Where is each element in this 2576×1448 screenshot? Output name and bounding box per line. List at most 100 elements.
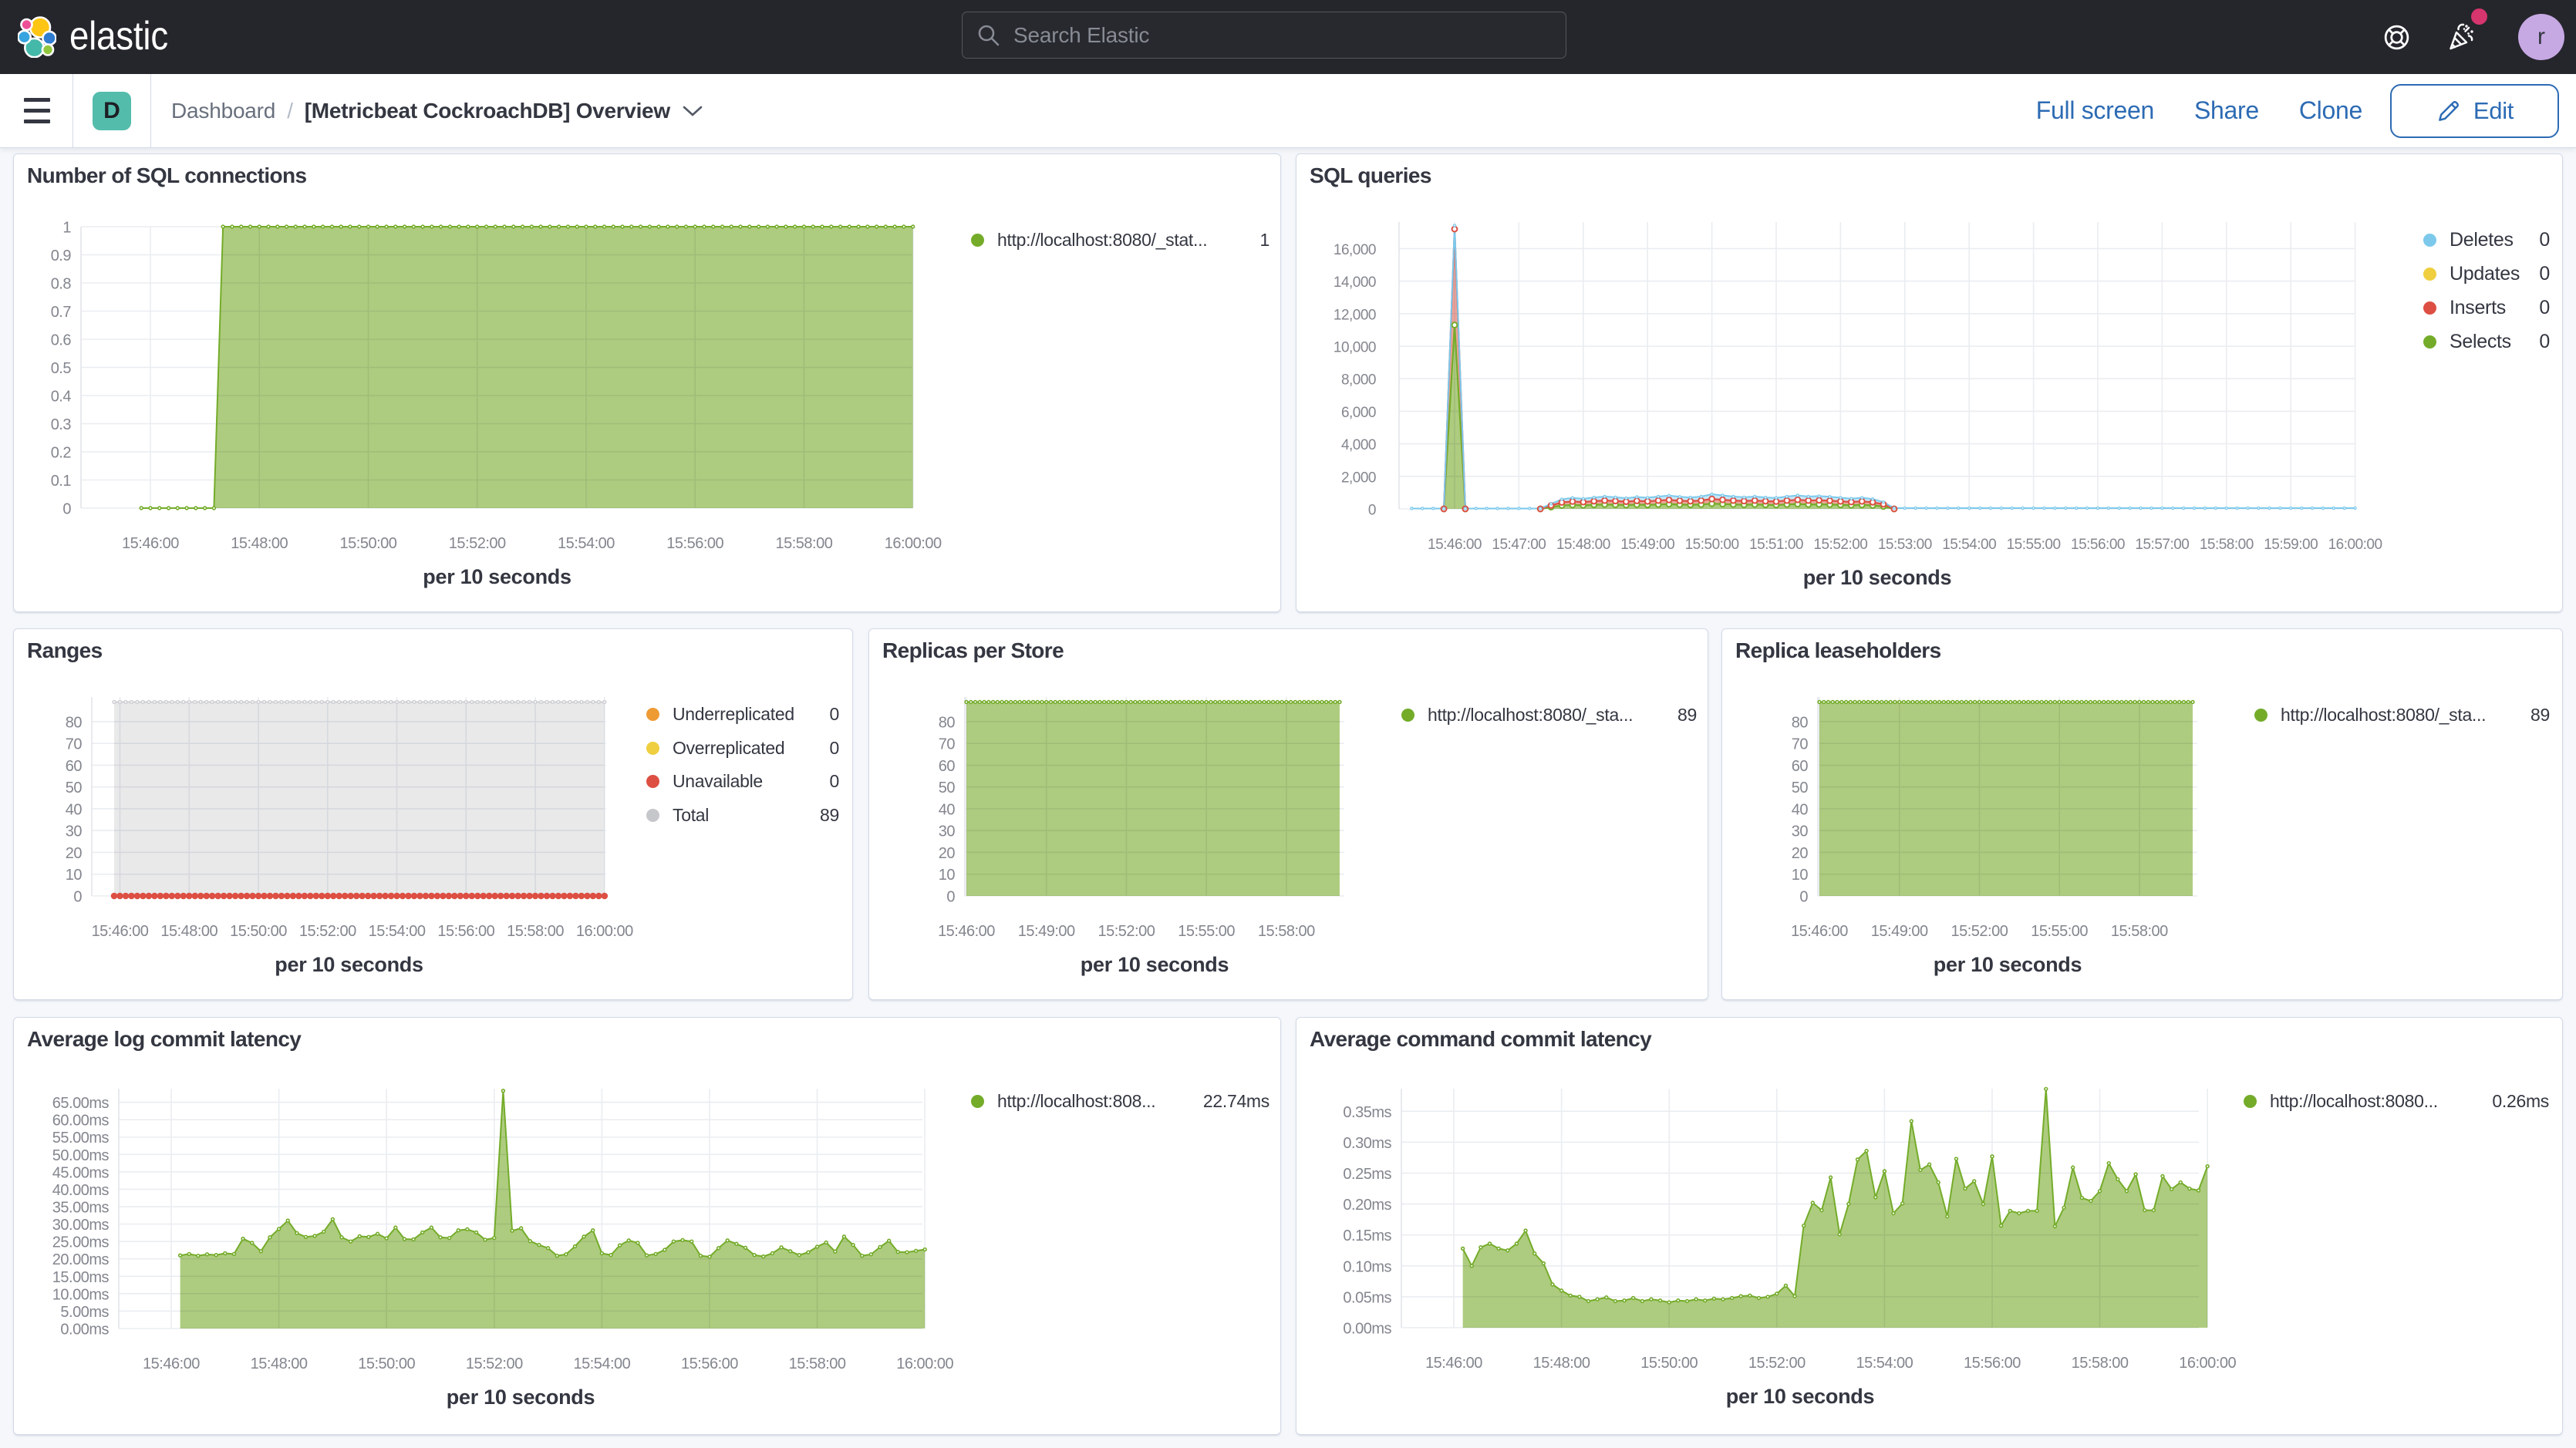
series-marker xyxy=(1839,497,1842,499)
series-marker xyxy=(663,1248,666,1251)
series-marker xyxy=(1013,701,1017,704)
x-tick-label: 15:52:00 xyxy=(1951,923,2008,940)
series-marker xyxy=(1911,701,1914,704)
user-avatar[interactable]: r xyxy=(2518,14,2564,60)
legend-item[interactable]: Inserts0 xyxy=(2423,291,2550,325)
series-marker xyxy=(497,893,504,900)
series-marker xyxy=(2045,1088,2048,1091)
series-marker xyxy=(582,1235,585,1238)
series-marker xyxy=(203,893,210,900)
series-marker xyxy=(2191,701,2194,704)
series-marker xyxy=(180,893,187,900)
series-marker xyxy=(476,701,479,704)
menu-item-clone[interactable]: Clone xyxy=(2299,96,2362,125)
help-button[interactable] xyxy=(2383,24,2410,51)
y-tick-label: 20 xyxy=(1792,845,1809,862)
series-marker xyxy=(2172,507,2174,510)
series-marker xyxy=(1249,701,1253,704)
series-marker xyxy=(1847,1203,1850,1206)
series-marker xyxy=(2062,1206,2065,1209)
series-marker xyxy=(1807,495,1809,497)
series-marker xyxy=(1334,701,1337,704)
series-marker xyxy=(690,1240,693,1243)
series-area xyxy=(180,1091,926,1328)
series-marker xyxy=(1645,499,1650,504)
series-line xyxy=(1411,226,2355,509)
series-marker xyxy=(1677,1299,1680,1302)
legend-item[interactable]: http://localhost:8080/_stat...1 xyxy=(971,223,1269,257)
elastic-logo-icon xyxy=(18,16,56,58)
series-area xyxy=(966,702,1340,896)
series-marker xyxy=(1089,701,1092,704)
series-marker xyxy=(1169,701,1172,704)
series-marker xyxy=(1960,701,1963,704)
menu-item-full-screen[interactable]: Full screen xyxy=(2036,96,2154,125)
series-marker xyxy=(1625,497,1627,500)
x-tick-label: 16:00:00 xyxy=(896,1355,953,1372)
avg-command-commit-latency-chart: 0.35ms0.30ms0.25ms0.20ms0.15ms0.10ms0.05… xyxy=(1296,1018,2564,1436)
elastic-logo[interactable]: elastic xyxy=(18,14,170,60)
legend-item[interactable]: Deletes0 xyxy=(2423,223,2550,257)
legend-value: 0.26ms xyxy=(2492,1091,2549,1112)
series-marker xyxy=(816,1245,819,1248)
hamburger-icon xyxy=(24,98,50,123)
series-marker xyxy=(439,1236,442,1239)
avatar-initial: r xyxy=(2537,24,2545,50)
series-marker xyxy=(322,225,325,228)
series-marker xyxy=(349,1240,352,1243)
series-marker xyxy=(1560,1289,1563,1292)
x-tick-label: 15:54:00 xyxy=(558,535,615,552)
series-marker xyxy=(1796,494,1799,497)
series-marker xyxy=(263,701,266,704)
series-marker xyxy=(1081,701,1084,704)
series-marker xyxy=(1882,501,1884,503)
series-marker xyxy=(2004,701,2008,704)
x-tick-label: 15:50:00 xyxy=(358,1355,415,1372)
series-marker xyxy=(1928,1163,1931,1166)
toolbar-separator xyxy=(150,74,151,148)
series-marker xyxy=(468,893,475,900)
series-marker xyxy=(1636,496,1638,498)
legend-item[interactable]: http://localhost:808...22.74ms xyxy=(971,1084,1269,1118)
space-badge[interactable]: D xyxy=(93,92,131,130)
legend-item[interactable]: http://localhost:8080...0.26ms xyxy=(2244,1084,2549,1118)
y-tick-label: 0.1 xyxy=(51,473,72,490)
edit-button[interactable]: Edit xyxy=(2390,84,2559,138)
menu-button[interactable] xyxy=(24,98,50,123)
menu-item-share[interactable]: Share xyxy=(2194,96,2259,125)
newsfeed-button[interactable] xyxy=(2446,21,2478,53)
series-marker xyxy=(1582,497,1584,500)
series-marker xyxy=(251,701,255,704)
legend-item[interactable]: Overreplicated0 xyxy=(646,732,839,766)
series-marker xyxy=(2086,507,2089,510)
series-marker xyxy=(2129,507,2131,510)
legend-item[interactable]: http://localhost:8080/_sta...89 xyxy=(2254,698,2550,732)
series-marker xyxy=(1910,1120,1913,1123)
x-tick-label: 15:50:00 xyxy=(1685,537,1739,553)
series-marker xyxy=(2311,507,2313,510)
series-marker xyxy=(179,1254,182,1257)
series-marker xyxy=(1827,498,1833,503)
global-search-input[interactable] xyxy=(1013,23,1552,48)
series-marker xyxy=(1303,701,1306,704)
series-marker xyxy=(717,1247,720,1250)
legend-item[interactable]: Selects0 xyxy=(2423,325,2550,359)
series-marker xyxy=(224,1252,227,1255)
series-marker xyxy=(1996,701,1999,704)
series-marker xyxy=(603,701,606,704)
legend-dot xyxy=(1401,709,1414,722)
breadcrumb-title-button[interactable]: [Metricbeat CockroachDB] Overview xyxy=(305,99,704,123)
legend-item[interactable]: Updates0 xyxy=(2423,257,2550,291)
y-tick-label: 4,000 xyxy=(1341,437,1376,453)
legend-item[interactable]: Total89 xyxy=(646,799,839,833)
legend-item[interactable]: http://localhost:8080/_sta...89 xyxy=(1401,698,1697,732)
breadcrumb-dashboard[interactable]: Dashboard xyxy=(171,99,275,123)
legend-dot xyxy=(646,809,659,822)
legend-dot xyxy=(971,1095,984,1108)
series-marker xyxy=(1951,701,1954,704)
series-marker xyxy=(521,893,528,900)
legend-item[interactable]: Underreplicated0 xyxy=(646,698,839,732)
y-tick-label: 30 xyxy=(66,823,83,840)
legend-label: Overreplicated xyxy=(673,738,784,759)
legend-item[interactable]: Unavailable0 xyxy=(646,765,839,799)
